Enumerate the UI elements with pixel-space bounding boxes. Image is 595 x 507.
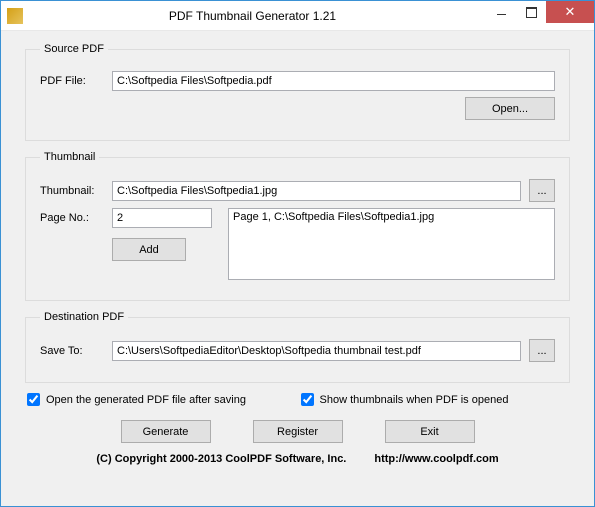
maximize-button[interactable] bbox=[516, 1, 546, 23]
show-thumbs-checkbox[interactable] bbox=[301, 393, 314, 406]
exit-button[interactable]: Exit bbox=[385, 420, 475, 443]
app-window: PDF Thumbnail Generator 1.21 ✕ Source PD… bbox=[0, 0, 595, 507]
open-after-checkbox-label[interactable]: Open the generated PDF file after saving bbox=[27, 393, 295, 406]
generate-button[interactable]: Generate bbox=[121, 420, 211, 443]
thumbnail-list[interactable]: Page 1, C:\Softpedia Files\Softpedia1.jp… bbox=[228, 208, 555, 280]
copyright-text: (C) Copyright 2000-2013 CoolPDF Software… bbox=[96, 453, 346, 465]
list-item[interactable]: Page 1, C:\Softpedia Files\Softpedia1.jp… bbox=[233, 211, 550, 223]
register-button[interactable]: Register bbox=[253, 420, 343, 443]
page-no-input[interactable] bbox=[112, 208, 212, 228]
thumbnail-legend: Thumbnail bbox=[40, 151, 99, 163]
window-controls: ✕ bbox=[486, 1, 594, 23]
destination-pdf-group: Destination PDF Save To: ... bbox=[25, 311, 570, 383]
open-after-checkbox[interactable] bbox=[27, 393, 40, 406]
footer: (C) Copyright 2000-2013 CoolPDF Software… bbox=[25, 453, 570, 465]
thumbnail-group: Thumbnail Thumbnail: ... Page No.: Add bbox=[25, 151, 570, 301]
destination-legend: Destination PDF bbox=[40, 311, 128, 323]
thumbnail-browse-button[interactable]: ... bbox=[529, 179, 555, 202]
show-thumbs-checkbox-label[interactable]: Show thumbnails when PDF is opened bbox=[301, 393, 569, 406]
titlebar: PDF Thumbnail Generator 1.21 ✕ bbox=[1, 1, 594, 31]
pdf-file-input[interactable] bbox=[112, 71, 555, 91]
thumbnail-input[interactable] bbox=[112, 181, 521, 201]
save-to-browse-button[interactable]: ... bbox=[529, 339, 555, 362]
source-pdf-group: Source PDF PDF File: Open... bbox=[25, 43, 570, 141]
footer-url: http://www.coolpdf.com bbox=[374, 453, 498, 465]
save-to-input[interactable] bbox=[112, 341, 521, 361]
app-icon bbox=[7, 8, 23, 24]
save-to-label: Save To: bbox=[40, 345, 104, 357]
content-area: Source PDF PDF File: Open... Thumbnail T… bbox=[1, 31, 594, 506]
minimize-button[interactable] bbox=[486, 1, 516, 23]
thumbnail-label: Thumbnail: bbox=[40, 185, 104, 197]
close-button[interactable]: ✕ bbox=[546, 1, 594, 23]
page-no-label: Page No.: bbox=[40, 212, 104, 224]
open-button[interactable]: Open... bbox=[465, 97, 555, 120]
add-button[interactable]: Add bbox=[112, 238, 186, 261]
source-legend: Source PDF bbox=[40, 43, 108, 55]
pdf-file-label: PDF File: bbox=[40, 75, 104, 87]
